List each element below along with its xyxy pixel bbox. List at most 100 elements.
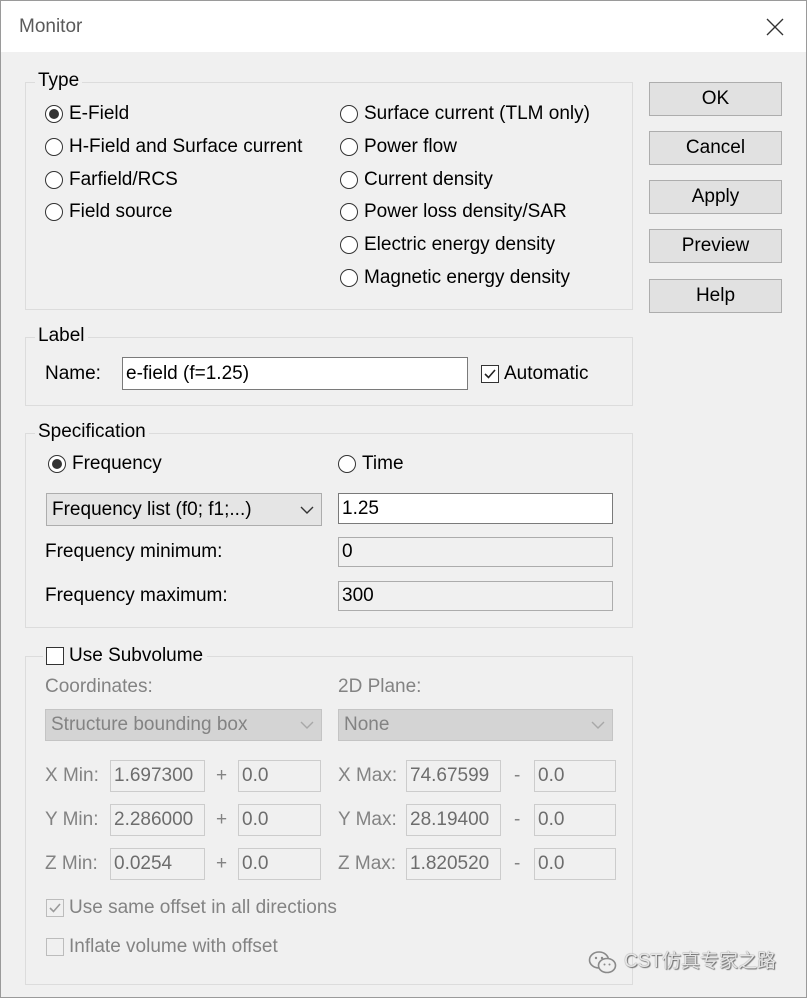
y-min-input[interactable] (110, 804, 205, 836)
radio-surface-current[interactable]: Surface current (TLM only) (340, 103, 590, 125)
radio-label: Magnetic energy density (364, 267, 570, 288)
preview-button[interactable]: Preview (649, 229, 782, 263)
select-value: Frequency list (f0; f1;...) (52, 499, 252, 520)
checkbox-indicator (481, 365, 499, 383)
label-group-legend: Label (35, 325, 88, 347)
cancel-button[interactable]: Cancel (649, 131, 782, 165)
radio-indicator (48, 455, 66, 473)
radio-label: Time (362, 453, 404, 474)
checkbox-label: Inflate volume with offset (69, 936, 278, 957)
radio-field-source[interactable]: Field source (45, 201, 173, 223)
dialog-title: Monitor (19, 16, 83, 37)
y-min-plus: + (216, 809, 228, 830)
radio-indicator (45, 138, 63, 156)
radio-h-field[interactable]: H-Field and Surface current (45, 136, 302, 158)
z-max-offset-input[interactable] (534, 848, 616, 880)
radio-e-field[interactable]: E-Field (45, 103, 129, 125)
radio-farfield-rcs[interactable]: Farfield/RCS (45, 169, 178, 191)
x-min-label: X Min: (45, 765, 99, 786)
coordinates-select[interactable]: Structure bounding box (45, 709, 322, 741)
checkbox-indicator (46, 938, 64, 956)
name-input[interactable] (122, 357, 468, 390)
radio-label: Current density (364, 169, 493, 190)
watermark-text: CST仿真专家之路 (624, 951, 777, 972)
automatic-checkbox[interactable]: Automatic (481, 363, 588, 385)
radio-frequency[interactable]: Frequency (48, 453, 162, 475)
2d-plane-select[interactable]: None (338, 709, 613, 741)
checkmark-icon (484, 369, 496, 379)
x-max-minus: - (514, 765, 521, 786)
frequency-list-input[interactable] (338, 493, 613, 524)
radio-indicator (340, 105, 358, 123)
frequency-maximum-input[interactable] (338, 581, 613, 611)
radio-label: Power loss density/SAR (364, 201, 567, 222)
specification-group-legend: Specification (35, 421, 149, 443)
z-min-offset-input[interactable] (238, 848, 321, 880)
name-label: Name: (45, 363, 101, 384)
radio-indicator (340, 171, 358, 189)
radio-label: E-Field (69, 103, 130, 124)
y-min-label: Y Min: (45, 809, 99, 830)
z-min-input[interactable] (110, 848, 205, 880)
select-value: Structure bounding box (51, 714, 248, 735)
checkbox-indicator (46, 899, 64, 917)
radio-label: Power flow (364, 136, 457, 157)
coordinates-label: Coordinates: (45, 676, 153, 697)
x-max-offset-input[interactable] (534, 760, 616, 792)
radio-power-loss-density[interactable]: Power loss density/SAR (340, 201, 567, 223)
z-min-plus: + (216, 853, 228, 874)
frequency-minimum-input[interactable] (338, 537, 613, 567)
radio-time[interactable]: Time (338, 453, 404, 475)
frequency-maximum-label: Frequency maximum: (45, 585, 228, 606)
help-button[interactable]: Help (649, 279, 782, 313)
radio-current-density[interactable]: Current density (340, 169, 493, 191)
y-max-offset-input[interactable] (534, 804, 616, 836)
frequency-sample-type-select[interactable]: Frequency list (f0; f1;...) (46, 493, 322, 526)
y-max-input[interactable] (406, 804, 501, 836)
checkbox-label: Use same offset in all directions (69, 897, 337, 918)
x-min-input[interactable] (110, 760, 205, 792)
title-bar[interactable] (1, 1, 806, 52)
y-min-offset-input[interactable] (238, 804, 321, 836)
radio-electric-energy-density[interactable]: Electric energy density (340, 234, 555, 256)
radio-power-flow[interactable]: Power flow (340, 136, 457, 158)
checkbox-indicator (46, 647, 64, 665)
select-value: None (344, 714, 390, 735)
z-min-label: Z Min: (45, 853, 98, 874)
checkbox-label: Automatic (504, 363, 589, 384)
same-offset-checkbox[interactable]: Use same offset in all directions (46, 897, 337, 919)
checkmark-icon (49, 903, 61, 913)
radio-indicator (340, 236, 358, 254)
z-max-label: Z Max: (338, 853, 397, 874)
radio-label: Farfield/RCS (69, 169, 178, 190)
type-group-legend: Type (35, 70, 83, 92)
x-max-label: X Max: (338, 765, 398, 786)
radio-magnetic-energy-density[interactable]: Magnetic energy density (340, 267, 570, 289)
radio-label: Surface current (TLM only) (364, 103, 590, 124)
2d-plane-label: 2D Plane: (338, 676, 422, 697)
z-max-minus: - (514, 853, 521, 874)
checkbox-label: Use Subvolume (69, 645, 204, 666)
x-max-input[interactable] (406, 760, 501, 792)
ok-button[interactable]: OK (649, 82, 782, 116)
radio-label: Electric energy density (364, 234, 556, 255)
radio-label: Field source (69, 201, 173, 222)
chevron-down-icon (300, 721, 314, 729)
chevron-down-icon (591, 721, 605, 729)
wechat-icon (588, 951, 617, 974)
radio-label: Frequency (72, 453, 162, 474)
radio-indicator (338, 455, 356, 473)
x-min-plus: + (216, 765, 228, 786)
radio-label: H-Field and Surface current (69, 136, 303, 157)
x-min-offset-input[interactable] (238, 760, 321, 792)
chevron-down-icon (300, 506, 314, 514)
y-max-label: Y Max: (338, 809, 397, 830)
apply-button[interactable]: Apply (649, 180, 782, 214)
radio-indicator (340, 138, 358, 156)
frequency-minimum-label: Frequency minimum: (45, 541, 223, 562)
monitor-dialog: Monitor Type E-Field H-Field and Surface… (0, 0, 807, 998)
z-max-input[interactable] (406, 848, 501, 880)
close-icon[interactable] (766, 18, 784, 36)
inflate-volume-checkbox[interactable]: Inflate volume with offset (46, 936, 278, 958)
use-subvolume-checkbox[interactable]: Use Subvolume (43, 645, 208, 667)
